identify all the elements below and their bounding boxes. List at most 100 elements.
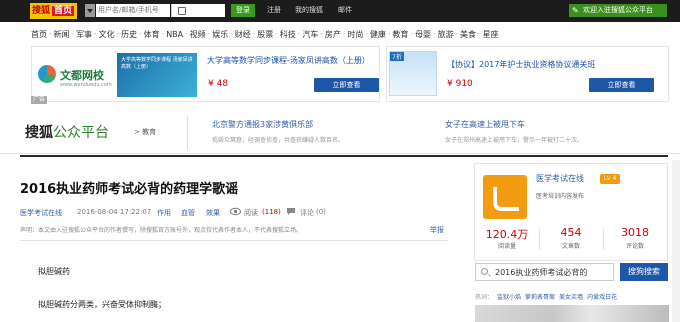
- ad-banner-2[interactable]: 7折 【协议】2017年护士执业资格协议通关班 ¥ 910 立即查看: [386, 46, 669, 102]
- report-link[interactable]: 举报: [430, 225, 444, 235]
- nav-separator: -: [320, 30, 323, 38]
- ad-label: 广告: [31, 96, 48, 104]
- nav-item[interactable]: 教育: [392, 29, 408, 40]
- stat-label: 阅读量: [497, 243, 516, 250]
- news-headline-1[interactable]: 北京警方通报3家涉黄俱乐部: [212, 119, 313, 130]
- hot-word[interactable]: 萝莉表哥案: [525, 294, 555, 301]
- nav-item[interactable]: 军事: [76, 29, 92, 40]
- nav-separator: -: [230, 30, 233, 38]
- channel-nav: 首页 - 新闻 - 军事 - 文化 - 历史 - 体育 - NBA - 视频 - 娱乐 - 财经 - 股票 - 科技 - 汽车 -…: [31, 26, 671, 42]
- discount-badge: 7折: [390, 52, 404, 61]
- nav-separator: -: [252, 30, 256, 38]
- views-count: (118): [262, 208, 281, 216]
- news-summary-2: 女子在郑州高速上被甩下车，警示一年被打二十次。: [445, 137, 584, 144]
- nav-separator: -: [455, 30, 459, 38]
- news-headline-2[interactable]: 女子在高速上被甩下车: [445, 119, 525, 130]
- article-paragraph: 拟胆碱药分两类，兴奋受体抑制酶；: [38, 300, 166, 309]
- nav-separator: -: [410, 30, 413, 38]
- nav-item[interactable]: 历史: [121, 29, 137, 40]
- logo-text: 搜狐: [32, 6, 51, 16]
- nav-separator: -: [342, 30, 346, 38]
- article-tag[interactable]: 血管: [181, 208, 195, 218]
- nav-separator: -: [94, 30, 97, 38]
- my-sohu-link[interactable]: 我的搜狐: [295, 4, 323, 17]
- ad-title[interactable]: 大学高等数学同步课程-汤家凤讲高数（上册）: [207, 55, 370, 66]
- article-tag[interactable]: 作用: [157, 208, 171, 218]
- account-name[interactable]: 医学考试在线: [536, 173, 584, 184]
- nav-separator: -: [387, 30, 391, 38]
- account-avatar[interactable]: [483, 175, 527, 219]
- search-value[interactable]: 2016执业药师考试必背的: [495, 267, 611, 278]
- home-link[interactable]: 首页: [52, 6, 75, 16]
- ad-image: 7折: [389, 51, 437, 96]
- divider: [603, 228, 604, 250]
- nav-item[interactable]: 科技: [280, 29, 296, 40]
- article-tag[interactable]: 效果: [206, 208, 220, 218]
- stat-value: 120.4万: [485, 228, 529, 241]
- platform-name-a: 搜狐: [25, 125, 53, 141]
- views-label: 阅读: [244, 209, 258, 217]
- related-thumbnails[interactable]: [475, 305, 669, 322]
- nav-item[interactable]: 首页: [31, 29, 47, 40]
- comment-icon: [286, 207, 296, 216]
- ad-title[interactable]: 【协议】2017年护士执业资格协议通关班: [447, 59, 595, 70]
- hot-word[interactable]: 监狱小焰: [497, 294, 521, 301]
- nav-item[interactable]: NBA: [166, 30, 183, 39]
- nav-item[interactable]: 新闻: [54, 29, 70, 40]
- nav-item[interactable]: 体育: [144, 29, 160, 40]
- nav-item[interactable]: 旅游: [438, 29, 454, 40]
- stat-value: 454: [560, 226, 582, 239]
- account-desc: 医考培训内容发布: [536, 193, 585, 200]
- ad-view-button[interactable]: 立即查看: [314, 78, 379, 92]
- nav-separator: -: [432, 30, 436, 38]
- account-type-dropdown[interactable]: [85, 4, 95, 17]
- nav-item[interactable]: 母婴: [415, 29, 431, 40]
- nav-item[interactable]: 视频: [190, 29, 206, 40]
- nav-item[interactable]: 房产: [325, 29, 341, 40]
- article-source[interactable]: 医学考试在线: [20, 208, 62, 218]
- nav-item[interactable]: 时尚: [347, 29, 363, 40]
- sohu-logo[interactable]: 搜狐 首页: [30, 3, 77, 19]
- wendu-url: www.wenduedu.com: [60, 82, 112, 88]
- channel-breadcrumb[interactable]: > 教育: [134, 127, 156, 137]
- register-link[interactable]: 注册: [267, 4, 281, 17]
- nav-item[interactable]: 星座: [483, 29, 499, 40]
- hot-word[interactable]: 内爱戏日花: [587, 294, 617, 301]
- level-badge: Lv 4: [600, 174, 620, 184]
- welcome-button[interactable]: 欢迎入驻搜狐公众平台: [569, 4, 667, 17]
- stat-label: 文章数: [561, 243, 580, 250]
- nav-item[interactable]: 股票: [257, 29, 273, 40]
- nav-item[interactable]: 娱乐: [212, 29, 228, 40]
- mail-link[interactable]: 邮件: [338, 4, 352, 17]
- ad-book-image: 大学高等数学同步课程 汤家凤讲高数（上册）: [117, 53, 197, 97]
- wendu-logo: 文都网校 www.wenduedu.com: [34, 55, 114, 93]
- nav-item[interactable]: 健康: [370, 29, 386, 40]
- nav-separator: -: [49, 30, 52, 38]
- username-input[interactable]: [96, 4, 170, 17]
- comments-count: (0): [316, 208, 326, 216]
- wendu-brand: 文都网校: [60, 69, 104, 82]
- login-button[interactable]: 登录: [231, 4, 255, 17]
- ad-banner-1[interactable]: 文都网校 www.wenduedu.com 大学高等数学同步课程 汤家凤讲高数（…: [31, 46, 380, 102]
- nav-separator: -: [478, 30, 481, 38]
- divider: [20, 240, 448, 241]
- nav-separator: -: [297, 30, 301, 38]
- nav-item[interactable]: 汽车: [302, 29, 318, 40]
- nav-item[interactable]: 文化: [99, 29, 115, 40]
- nav-item[interactable]: 财经: [235, 29, 251, 40]
- nav-item[interactable]: 美食: [460, 29, 476, 40]
- platform-logo[interactable]: 搜狐公众平台: [25, 122, 109, 142]
- article-paragraph: 拟胆碱药: [38, 267, 70, 276]
- search-icon: [481, 268, 488, 275]
- comments-label[interactable]: 评论: [300, 208, 314, 218]
- hot-word[interactable]: 美女买墙: [559, 294, 583, 301]
- nav-separator: -: [365, 30, 368, 38]
- ad-view-button[interactable]: 立即查看: [589, 78, 654, 92]
- ad-price: ¥ 48: [208, 79, 229, 89]
- password-input[interactable]: [171, 4, 225, 17]
- hot-label: 热词：: [475, 294, 494, 301]
- sogou-search-button[interactable]: 搜狗搜索: [620, 263, 668, 281]
- nav-separator: -: [207, 30, 211, 38]
- nav-separator: -: [71, 30, 75, 38]
- divider: [20, 155, 668, 157]
